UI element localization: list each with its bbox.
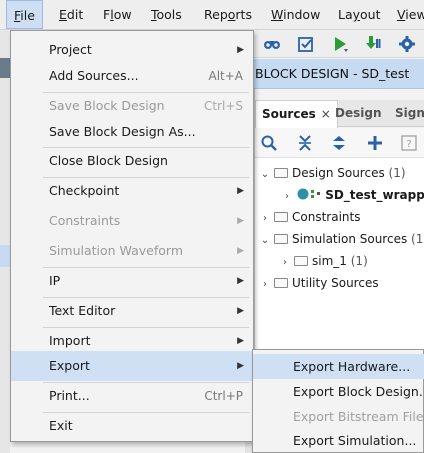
chevron-right-icon: ▶ [237, 186, 244, 196]
menu-item-close-block-design[interactable]: Close Block Design [11, 146, 253, 176]
folder-icon [274, 234, 288, 244]
chevron-right-icon[interactable]: › [281, 186, 293, 208]
menu-item-text-editor[interactable]: Text Editor ▶ [11, 296, 253, 326]
tree-item-utility-sources[interactable]: › Utility Sources [259, 272, 379, 294]
tree-item-design-sources[interactable]: ⌄ Design Sources (1) [259, 162, 406, 184]
folder-icon [274, 168, 288, 178]
menu-item-exit[interactable]: Exit [11, 411, 253, 441]
menu-flow[interactable]: Flow [96, 0, 139, 29]
tab-sources[interactable]: Sources × [255, 100, 338, 128]
binoculars-icon[interactable] [262, 34, 282, 54]
check-box-icon[interactable] [296, 34, 316, 54]
tree-item-constraints[interactable]: › Constraints [259, 206, 360, 228]
chevron-right-icon[interactable]: › [259, 274, 271, 296]
menu-tools[interactable]: Tools [144, 0, 189, 29]
tree-item-sim-1[interactable]: › sim_1 (1) [279, 250, 368, 272]
menu-layout[interactable]: Layout [331, 0, 388, 29]
menu-item-constraints[interactable]: Constraints ▶ [11, 206, 253, 236]
submenu-item-export-block-design[interactable]: Export Block Design... [253, 379, 424, 404]
menu-bar: File Edit Flow Tools Reports Window Layo… [0, 0, 424, 30]
flow-navigator-header [0, 58, 10, 78]
expand-all-icon[interactable] [329, 133, 349, 153]
menu-item-add-sources[interactable]: Add Sources... Alt+A [11, 61, 253, 91]
sources-toolbar: ? [255, 128, 424, 158]
menu-reports[interactable]: Reports [197, 0, 259, 29]
menu-file[interactable]: File [6, 0, 43, 29]
chevron-right-icon: ▶ [237, 216, 244, 226]
flow-navigator-selection [0, 245, 10, 267]
menu-item-print[interactable]: Print... Ctrl+P [11, 381, 253, 411]
menu-item-simulation-waveform[interactable]: Simulation Waveform ▶ [11, 236, 253, 266]
folder-icon [274, 278, 288, 288]
export-submenu: Export Hardware... Export Block Design..… [252, 349, 424, 453]
chevron-right-icon: ▶ [237, 306, 244, 316]
chevron-right-icon[interactable]: › [279, 252, 291, 274]
submenu-item-export-bitstream[interactable]: Export Bitstream File... [253, 404, 424, 429]
search-icon[interactable] [259, 133, 279, 153]
help-icon[interactable]: ? [399, 133, 419, 153]
folder-icon [294, 256, 308, 266]
collapse-all-icon[interactable] [295, 133, 315, 153]
tab-design[interactable]: Design [329, 100, 388, 127]
block-design-title: BLOCK DESIGN - SD_test [245, 59, 424, 89]
add-icon[interactable] [365, 133, 385, 153]
chevron-down-icon[interactable]: ⌄ [259, 230, 271, 252]
menu-edit[interactable]: Edit [52, 0, 90, 29]
submenu-item-export-simulation[interactable]: Export Simulation... [253, 428, 424, 453]
tab-signals[interactable]: Signa [389, 100, 424, 127]
run-icon[interactable] [330, 34, 350, 54]
submenu-item-export-hardware[interactable]: Export Hardware... [253, 354, 424, 379]
gear-icon[interactable] [397, 34, 417, 54]
file-menu: Project ▶ Add Sources... Alt+A Save Block … [10, 30, 254, 442]
menu-window[interactable]: Window [264, 0, 327, 29]
chevron-down-icon[interactable]: ⌄ [259, 164, 271, 186]
flow-navigator-edge [0, 30, 10, 453]
chevron-right-icon: ▶ [237, 276, 244, 286]
module-icon [297, 186, 325, 208]
menu-item-save-block-design-as[interactable]: Save Block Design As... [11, 117, 253, 147]
tree-item-simulation-sources[interactable]: ⌄Simulation Sources (1) [259, 228, 424, 250]
chevron-right-icon[interactable]: › [259, 208, 271, 230]
sources-tab-bar: Sources× Design Signa [255, 100, 424, 128]
menu-view[interactable]: View [390, 0, 424, 29]
folder-icon [274, 212, 288, 222]
svg-text:?: ? [406, 139, 411, 150]
chevron-right-icon: ▶ [237, 361, 244, 371]
main-toolbar [245, 30, 424, 58]
chevron-right-icon: ▶ [237, 246, 244, 256]
tree-item-wrapper[interactable]: › SD_test_wrappe [281, 184, 424, 206]
download-bitstream-icon[interactable] [363, 34, 383, 54]
menu-item-ip[interactable]: IP ▶ [11, 266, 253, 296]
menu-item-checkpoint[interactable]: Checkpoint ▶ [11, 176, 253, 206]
menu-item-export[interactable]: Export ▶ [11, 351, 253, 381]
